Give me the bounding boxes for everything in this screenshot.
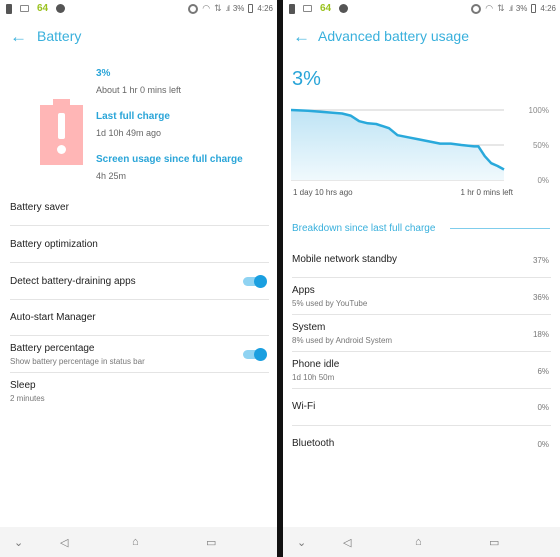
app-bar: ← Advanced battery usage [283,24,560,48]
usage-item-phone-idle[interactable]: Phone idle 1d 10h 50m 6% [292,352,551,389]
notification-number: 64 [320,3,332,14]
wifi-icon: ◠ [485,3,494,13]
recents-icon[interactable]: ▭ [206,536,216,549]
nav-bar: ⌄ ◁ ⌂ ▭ [0,527,277,557]
y-label-100: 100% [529,106,549,115]
sync-icon [471,3,482,14]
sleep-item[interactable]: Sleep 2 minutes [10,373,269,409]
item-title: Battery optimization [10,239,98,250]
battery-icon [531,4,537,13]
image-icon [20,5,29,12]
item-title: Battery saver [10,202,69,213]
item-title: Auto-start Manager [10,312,96,323]
clock: 4:26 [257,4,273,13]
back-triangle-icon[interactable]: ◁ [343,536,351,549]
notification-number: 64 [37,3,49,14]
signal-icon: .ıl [508,4,513,13]
battery-percentage-toggle[interactable] [243,348,267,361]
item-subtitle: 2 minutes [10,394,45,403]
arrow-left-icon[interactable]: ← [293,28,310,45]
detect-draining-apps-toggle[interactable] [243,275,267,288]
clock: 4:26 [540,4,556,13]
chevron-down-icon[interactable]: ⌄ [297,536,306,549]
item-title: System [292,322,326,333]
item-title: Sleep [10,380,36,391]
usage-item-apps[interactable]: Apps 5% used by YouTube 36% [292,278,551,315]
nav-bar: ⌄ ◁ ⌂ ▭ [283,527,560,557]
section-header: Breakdown since last full charge [292,223,436,234]
item-title: Detect battery-draining apps [10,276,136,287]
battery-optimization-item[interactable]: Battery optimization [10,226,269,263]
item-title: Mobile network standby [292,254,398,265]
item-title: Wi-Fi [292,401,316,412]
y-label-0: 0% [537,176,549,185]
image-icon [303,5,312,12]
item-title: Battery percentage [10,343,95,354]
battery-screen: 64 ◠ ⇅ .ıl 3% 4:26 ← Battery 3% About 1 … [0,0,277,557]
sync-icon [188,3,199,14]
data-icon: ⇅ [214,3,222,13]
app-bar: ← Battery [0,24,277,48]
auto-start-manager-item[interactable]: Auto-start Manager [10,300,269,336]
battery-alert-icon [6,3,12,14]
screen-usage-value: 4h 25m [96,171,127,181]
battery-percentage-item[interactable]: Battery percentage Show battery percenta… [10,336,269,373]
recents-icon[interactable]: ▭ [489,536,499,549]
item-percent: 36% [532,293,549,302]
page-title: Advanced battery usage [318,28,469,44]
item-subtitle: 5% used by YouTube [292,299,368,308]
usage-item-system[interactable]: System 8% used by Android System 18% [292,315,551,352]
section-divider [450,228,550,229]
item-percent: 6% [537,367,549,376]
item-subtitle: 8% used by Android System [292,336,393,345]
item-subtitle: Show battery percentage in status bar [10,357,145,366]
status-bar: 64 ◠ ⇅ .ıl 3% 4:26 [283,0,560,17]
x-label-start: 1 day 10 hrs ago [293,188,353,197]
status-bar: 64 ◠ ⇅ .ıl 3% 4:26 [0,0,277,17]
detect-draining-apps-item[interactable]: Detect battery-draining apps [10,263,269,300]
battery-percent: 3% [232,4,245,13]
chevron-down-icon[interactable]: ⌄ [14,536,23,549]
battery-level: 3% [292,68,321,90]
battery-level: 3% [96,68,111,79]
item-percent: 0% [537,440,549,449]
circle-icon [56,4,66,13]
item-percent: 0% [537,403,549,412]
screen-usage-label: Screen usage since full charge [96,154,243,165]
back-triangle-icon[interactable]: ◁ [60,536,68,549]
last-full-charge-value: 1d 10h 49m ago [96,128,162,138]
item-title: Apps [292,285,315,296]
item-subtitle: 1d 10h 50m [292,373,335,382]
usage-item-mobile-network[interactable]: Mobile network standby 37% [292,242,551,278]
signal-icon: .ıl [225,4,230,13]
y-label-50: 50% [533,141,549,150]
item-percent: 18% [532,330,549,339]
wifi-icon: ◠ [202,3,211,13]
battery-alert-icon [40,99,83,165]
battery-percent: 3% [515,4,528,13]
page-title: Battery [37,28,82,44]
home-icon[interactable]: ⌂ [132,536,139,548]
item-percent: 37% [532,256,549,265]
battery-saver-item[interactable]: Battery saver [10,190,269,226]
last-full-charge-label[interactable]: Last full charge [96,111,170,122]
x-label-end: 1 hr 0 mins left [461,188,514,197]
advanced-battery-screen: 64 ◠ ⇅ .ıl 3% 4:26 ← Advanced battery us… [283,0,560,557]
item-title: Phone idle [292,359,340,370]
usage-item-wifi[interactable]: Wi-Fi 0% [292,389,551,426]
arrow-left-icon[interactable]: ← [10,28,27,45]
usage-item-bluetooth[interactable]: Bluetooth 0% [292,426,551,463]
battery-alert-icon [289,3,295,14]
data-icon: ⇅ [497,3,505,13]
time-left: About 1 hr 0 mins left [96,85,182,95]
battery-usage-chart: 100% 50% 0% 1 day 10 hrs ago 1 hr 0 mins… [291,106,549,197]
circle-icon [339,4,349,13]
home-icon[interactable]: ⌂ [415,536,422,548]
battery-icon [248,4,254,13]
item-title: Bluetooth [292,438,335,449]
